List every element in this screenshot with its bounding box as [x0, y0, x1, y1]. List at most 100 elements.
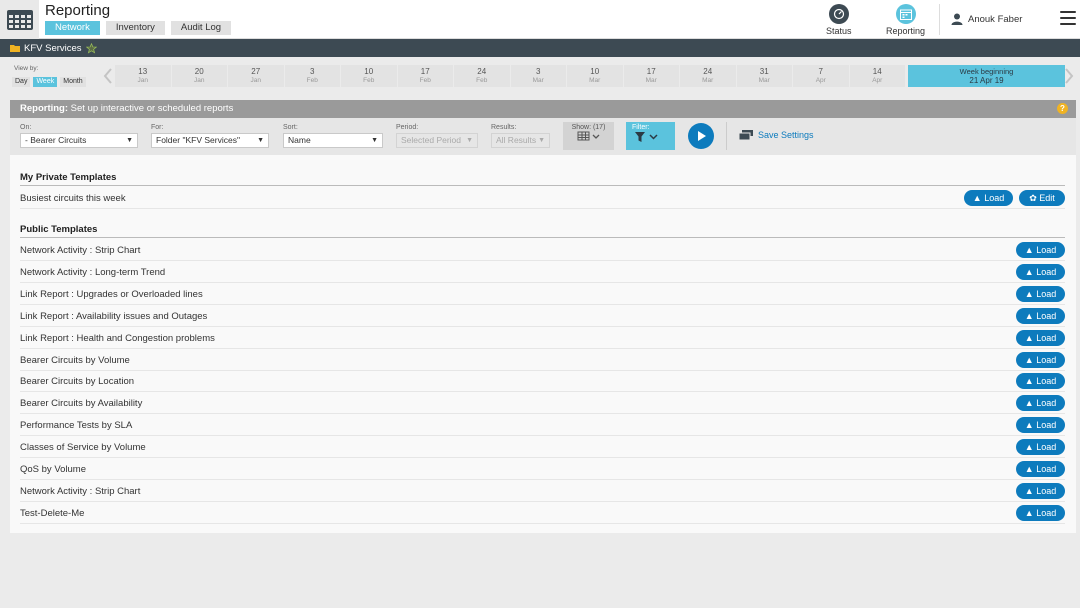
- status-label: Status: [826, 26, 852, 36]
- template-name: Network Activity : Long-term Trend: [20, 266, 166, 278]
- week-month: Jan: [194, 77, 205, 84]
- period-select[interactable]: Selected Period ▼: [396, 133, 478, 148]
- reporting-label: Reporting: [886, 26, 926, 36]
- period-label: Period:: [396, 124, 419, 131]
- results-select[interactable]: All Results ▼: [491, 133, 550, 148]
- public-template-row: Link Report : Availability issues and Ou…: [20, 305, 1065, 327]
- load-button[interactable]: ▲ Load: [1016, 417, 1065, 434]
- results-control: Results: All Results ▼: [491, 124, 550, 148]
- week-cell[interactable]: 7 Apr: [793, 65, 849, 87]
- load-button[interactable]: ▲ Load: [1016, 504, 1065, 521]
- load-button[interactable]: ▲ Load: [1016, 439, 1065, 456]
- week-day: 10: [364, 67, 374, 76]
- tab-audit-log[interactable]: Audit Log: [170, 21, 232, 35]
- user-menu[interactable]: Anouk Faber: [951, 13, 1022, 25]
- template-name: Link Report : Health and Congestion prob…: [20, 332, 215, 344]
- week-month: Apr: [872, 77, 883, 84]
- star-icon[interactable]: [85, 42, 97, 54]
- public-template-row: Network Activity : Strip Chart ▲ Load: [20, 239, 1065, 261]
- load-button[interactable]: ▲ Load: [1016, 351, 1065, 368]
- load-button[interactable]: ▲ Load: [1016, 461, 1065, 477]
- panel-header-text: Set up interactive or scheduled reports: [70, 103, 234, 114]
- template-name: Performance Tests by SLA: [20, 420, 133, 432]
- panel-header-bold: Reporting:: [20, 103, 69, 114]
- week-day: 20: [194, 67, 204, 76]
- view-day-button[interactable]: Day: [12, 77, 31, 87]
- load-button[interactable]: ▲ Load: [1016, 285, 1065, 302]
- load-button[interactable]: ▲ Load: [1016, 329, 1065, 346]
- timeline-next-icon[interactable]: [1064, 65, 1074, 87]
- week-cell[interactable]: 31 Mar: [736, 65, 792, 87]
- week-cell[interactable]: 10 Mar: [567, 65, 623, 87]
- load-button[interactable]: ▲ Load: [1016, 242, 1065, 258]
- context-breadcrumb: KFV Services: [0, 39, 1080, 57]
- filter-button[interactable]: Filter:: [626, 122, 675, 150]
- edit-button[interactable]: ✿ Edit: [1019, 190, 1065, 206]
- template-name: Link Report : Upgrades or Overloaded lin…: [20, 288, 203, 300]
- week-cell[interactable]: 3 Feb: [284, 65, 340, 87]
- week-cell[interactable]: 14 Apr: [849, 65, 905, 87]
- week-cell[interactable]: 24 Feb: [454, 65, 510, 87]
- show-columns-button[interactable]: Show: (17): [563, 122, 614, 150]
- public-template-row: QoS by Volume ▲ Load: [20, 458, 1065, 480]
- public-template-row: Link Report : Health and Congestion prob…: [20, 327, 1065, 349]
- user-icon: [951, 13, 963, 25]
- tab-inventory[interactable]: Inventory: [105, 21, 165, 35]
- view-by-options: Day Week Month: [12, 77, 86, 87]
- load-button[interactable]: ▲ Load: [1016, 482, 1065, 499]
- week-cell[interactable]: 3 Mar: [510, 65, 566, 87]
- save-settings-button[interactable]: Save Settings: [739, 130, 814, 140]
- week-cell[interactable]: 13 Jan: [115, 65, 171, 87]
- week-cell[interactable]: 27 Jan: [228, 65, 284, 87]
- sort-control: Sort: Name ▼: [283, 124, 383, 148]
- hamburger-menu-icon[interactable]: [1060, 11, 1076, 25]
- tab-network[interactable]: Network: [45, 21, 100, 35]
- view-week-button[interactable]: Week: [33, 77, 58, 87]
- template-name: Classes of Service by Volume: [20, 442, 146, 454]
- play-icon: [698, 131, 706, 141]
- table-icon: [577, 131, 599, 141]
- week-cell[interactable]: 10 Feb: [341, 65, 397, 87]
- week-day: 7: [818, 67, 823, 76]
- template-name: QoS by Volume: [20, 464, 87, 475]
- calendar-grid-icon[interactable]: [0, 0, 39, 39]
- view-by-label: View by:: [14, 65, 39, 72]
- week-cell[interactable]: 17 Mar: [623, 65, 679, 87]
- week-month: Feb: [476, 77, 488, 84]
- load-button[interactable]: ▲ Load: [1016, 307, 1065, 324]
- reporting-button[interactable]: Reporting: [886, 4, 925, 36]
- week-cell[interactable]: 20 Jan: [171, 65, 227, 87]
- run-report-button[interactable]: [688, 123, 714, 149]
- load-button[interactable]: ▲ Load: [1016, 263, 1065, 280]
- private-templates-title: My Private Templates: [20, 172, 1065, 186]
- load-button[interactable]: ▲ Load: [1016, 373, 1065, 390]
- public-templates-title: Public Templates: [20, 224, 1065, 238]
- template-name: Bearer Circuits by Availability: [20, 398, 143, 410]
- folder-name[interactable]: KFV Services: [24, 43, 82, 54]
- help-icon[interactable]: ?: [1057, 103, 1068, 114]
- week-cell[interactable]: 24 Mar: [680, 65, 736, 87]
- template-name: Test-Delete-Me: [20, 507, 85, 519]
- load-button[interactable]: ▲ Load: [1016, 395, 1065, 412]
- user-name: Anouk Faber: [968, 13, 1023, 25]
- public-template-row: Test-Delete-Me ▲ Load: [20, 502, 1065, 524]
- week-month: Jan: [137, 77, 148, 84]
- week-cell[interactable]: 17 Feb: [397, 65, 453, 87]
- show-label: Show: (17): [571, 124, 606, 131]
- for-control: For: Folder "KFV Services" ▼: [151, 124, 269, 148]
- week-day: 27: [251, 67, 261, 76]
- week-month: Feb: [419, 77, 431, 84]
- load-button[interactable]: ▲ Load: [964, 190, 1013, 206]
- week-day: 24: [477, 67, 487, 76]
- on-control: On: - Bearer Circuits ▼: [20, 124, 138, 148]
- period-control: Period: Selected Period ▼: [396, 124, 478, 148]
- view-month-button[interactable]: Month: [60, 77, 86, 87]
- sort-select[interactable]: Name ▼: [283, 133, 383, 148]
- funnel-icon: [635, 132, 658, 142]
- for-select[interactable]: Folder "KFV Services" ▼: [151, 133, 269, 148]
- save-settings-label: Save Settings: [758, 130, 814, 140]
- status-button[interactable]: Status: [826, 4, 852, 36]
- timeline-prev-icon[interactable]: [103, 65, 113, 87]
- on-select[interactable]: - Bearer Circuits ▼: [20, 133, 138, 148]
- current-week-cell[interactable]: Week beginning 21 Apr 19: [908, 65, 1065, 87]
